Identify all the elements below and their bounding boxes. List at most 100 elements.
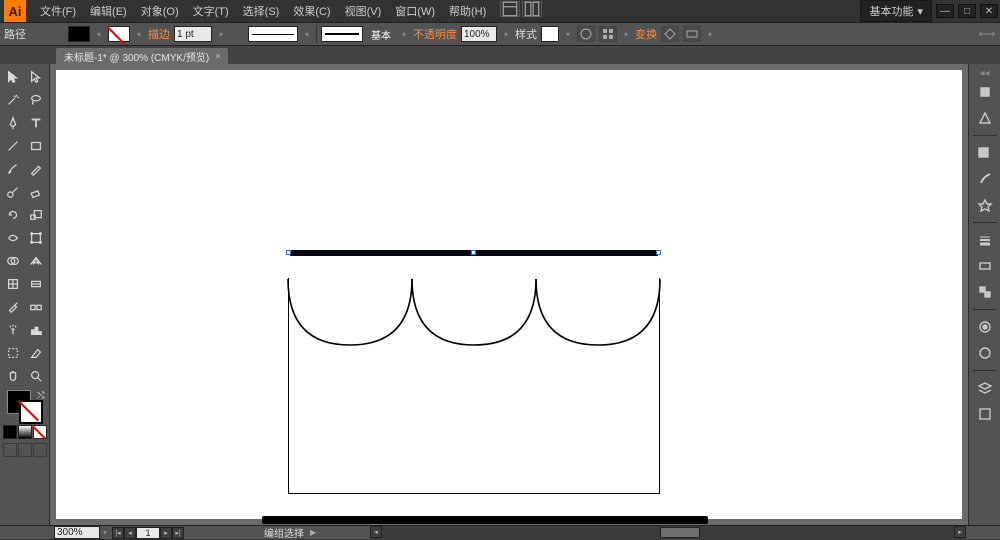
stroke-color-box[interactable]	[19, 400, 43, 424]
controlbar-collapse-icon[interactable]: ⟷	[978, 27, 996, 41]
color-mode-gradient[interactable]	[18, 425, 32, 439]
transform-label[interactable]: 变换	[635, 26, 657, 42]
fill-swatch-dropdown[interactable]: ▾	[94, 30, 104, 39]
symbol-sprayer-tool[interactable]	[2, 319, 24, 341]
menu-edit[interactable]: 编辑(E)	[84, 1, 133, 21]
brush-definition-preview[interactable]	[248, 26, 298, 42]
rectangle-tool[interactable]	[25, 135, 47, 157]
gradient-tool[interactable]	[25, 273, 47, 295]
menu-arrange-icon[interactable]	[522, 1, 542, 17]
zoom-level-input[interactable]: 300%	[54, 526, 100, 539]
panel-symbols-icon[interactable]	[973, 193, 997, 217]
menu-select[interactable]: 选择(S)	[237, 1, 286, 21]
panel-color-icon[interactable]	[973, 80, 997, 104]
selection-handle-center[interactable]	[471, 250, 476, 255]
pencil-tool[interactable]	[25, 158, 47, 180]
menu-view[interactable]: 视图(V)	[339, 1, 388, 21]
color-mode-none[interactable]	[33, 425, 47, 439]
stroke-swatch-dropdown[interactable]: ▾	[134, 30, 144, 39]
window-maximize-button[interactable]: □	[958, 4, 976, 18]
status-info-dropdown[interactable]: ▶	[310, 528, 316, 537]
scale-tool[interactable]	[25, 204, 47, 226]
document-tab[interactable]: 未标题-1* @ 300% (CMYK/预览) ×	[56, 48, 228, 64]
panel-brushes-icon[interactable]	[973, 167, 997, 191]
stroke-label[interactable]: 描边	[148, 26, 170, 42]
document-tab-close[interactable]: ×	[215, 51, 220, 61]
panel-layers-icon[interactable]	[973, 376, 997, 400]
menu-effect[interactable]: 效果(C)	[287, 1, 336, 21]
panel-color-guide-icon[interactable]	[973, 106, 997, 130]
opacity-dropdown[interactable]: ▾	[501, 30, 511, 39]
window-minimize-button[interactable]: —	[936, 4, 954, 18]
artboard-tool[interactable]	[2, 342, 24, 364]
fill-stroke-indicator[interactable]: ⤭	[5, 390, 45, 422]
panel-appearance-icon[interactable]	[973, 315, 997, 339]
align-panel-icon[interactable]	[599, 26, 617, 42]
rotate-tool[interactable]	[2, 204, 24, 226]
eraser-tool[interactable]	[25, 181, 47, 203]
isolate-dropdown[interactable]: ▾	[705, 30, 715, 39]
draw-inside[interactable]	[33, 443, 47, 457]
menu-doc-layout-icon[interactable]	[500, 1, 520, 17]
panel-artboards-icon[interactable]	[973, 402, 997, 426]
hscroll-thumb[interactable]	[660, 527, 700, 538]
swap-fill-stroke-icon[interactable]: ⤭	[37, 390, 44, 401]
graphic-style-swatch[interactable]	[541, 26, 559, 42]
direct-selection-tool[interactable]	[25, 66, 47, 88]
eyedropper-tool[interactable]	[2, 296, 24, 318]
panel-swatches-icon[interactable]	[973, 141, 997, 165]
menu-window[interactable]: 窗口(W)	[389, 1, 441, 21]
blob-brush-tool[interactable]	[2, 181, 24, 203]
artboard-first-button[interactable]: |◂	[112, 527, 124, 539]
mesh-tool[interactable]	[2, 273, 24, 295]
graphic-style-dropdown[interactable]: ▾	[563, 30, 573, 39]
artboard[interactable]	[56, 70, 962, 519]
isolate-edit-icon[interactable]	[683, 26, 701, 42]
artboard-next-button[interactable]: ▸	[160, 527, 172, 539]
pen-tool[interactable]	[2, 112, 24, 134]
line-segment-tool[interactable]	[2, 135, 24, 157]
fill-swatch[interactable]	[68, 26, 90, 42]
stroke-profile-preview[interactable]	[321, 26, 363, 42]
stroke-width-input[interactable]: 1 pt	[174, 26, 212, 42]
canvas-area[interactable]	[50, 64, 968, 525]
hand-tool[interactable]	[2, 365, 24, 387]
stroke-swatch[interactable]	[108, 26, 130, 42]
dock-collapse-icon[interactable]: ◂◂	[972, 68, 998, 78]
selection-handle-right[interactable]	[656, 250, 661, 255]
opacity-input[interactable]: 100%	[461, 26, 497, 42]
menu-file[interactable]: 文件(F)	[34, 1, 82, 21]
window-close-button[interactable]: ✕	[980, 4, 998, 18]
stroke-profile-dropdown[interactable]: ▾	[399, 30, 409, 39]
artboard-number-input[interactable]: 1	[136, 527, 160, 539]
workspace-switcher[interactable]: 基本功能 ▾	[860, 0, 932, 22]
lasso-tool[interactable]	[25, 89, 47, 111]
perspective-grid-tool[interactable]	[25, 250, 47, 272]
type-tool[interactable]	[25, 112, 47, 134]
selection-handle-left[interactable]	[286, 250, 291, 255]
isolate-icon[interactable]	[661, 26, 679, 42]
hscroll-right-button[interactable]: ▸	[954, 526, 966, 538]
artboard-last-button[interactable]: ▸|	[172, 527, 184, 539]
panel-gradient-icon[interactable]	[973, 254, 997, 278]
zoom-dropdown[interactable]: ▾	[100, 528, 110, 537]
artboard-prev-button[interactable]: ◂	[124, 527, 136, 539]
zoom-tool[interactable]	[25, 365, 47, 387]
slice-tool[interactable]	[25, 342, 47, 364]
menu-help[interactable]: 帮助(H)	[443, 1, 492, 21]
menu-type[interactable]: 文字(T)	[187, 1, 235, 21]
width-tool[interactable]	[2, 227, 24, 249]
panel-stroke-icon[interactable]	[973, 228, 997, 252]
panel-transparency-icon[interactable]	[973, 280, 997, 304]
free-transform-tool[interactable]	[25, 227, 47, 249]
hscroll-left-button[interactable]: ◂	[370, 526, 382, 538]
color-mode-solid[interactable]	[3, 425, 17, 439]
shape-builder-tool[interactable]	[2, 250, 24, 272]
horizontal-scrollbar[interactable]: ◂ ▸	[370, 526, 966, 540]
recolor-artwork-icon[interactable]	[577, 26, 595, 42]
column-graph-tool[interactable]	[25, 319, 47, 341]
menu-object[interactable]: 对象(O)	[135, 1, 185, 21]
draw-behind[interactable]	[18, 443, 32, 457]
selection-tool[interactable]	[2, 66, 24, 88]
opacity-label[interactable]: 不透明度	[413, 26, 457, 42]
